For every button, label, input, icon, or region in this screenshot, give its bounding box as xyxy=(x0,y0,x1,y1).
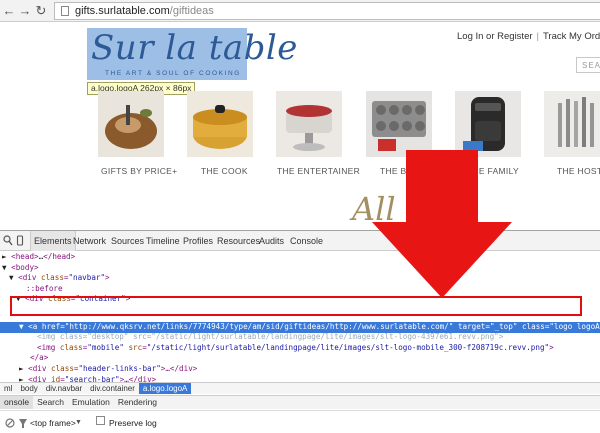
forward-arrow-icon[interactable]: → xyxy=(18,3,32,19)
annotation-box xyxy=(10,296,582,316)
baking-pan-photo[interactable] xyxy=(366,91,432,157)
dutch-oven-photo[interactable] xyxy=(187,91,253,157)
cutting-board-photo[interactable] xyxy=(98,91,164,157)
clear-console-icon[interactable] xyxy=(4,413,16,433)
login-link[interactable]: Log In or Register xyxy=(457,31,533,42)
frame-select[interactable]: <top frame> xyxy=(30,413,76,433)
utensil-set-photo[interactable] xyxy=(544,91,600,157)
drawer-tab-emulation[interactable]: Emulation xyxy=(68,396,114,409)
logo-wordmark: Sur la table xyxy=(91,28,298,68)
url-text: gifts.surlatable.com/giftideas xyxy=(75,5,214,17)
header-links: Log In or Register|Track My Order|E xyxy=(457,31,600,42)
browser-toolbar: ← → ↻ gifts.surlatable.com/giftideas xyxy=(0,0,600,22)
filter-icon[interactable] xyxy=(18,413,28,433)
drawer-tab-rendering[interactable]: Rendering xyxy=(114,396,161,409)
dom-breadcrumb: ml body div.navbar div.container a.logo.logo… xyxy=(0,382,600,394)
annotation-arrow-icon xyxy=(372,150,512,298)
tab-console[interactable]: Console xyxy=(287,231,326,251)
search-input[interactable]: SEAR xyxy=(576,57,600,73)
tab-sources[interactable]: Sources xyxy=(108,231,147,251)
breadcrumb-item[interactable]: body xyxy=(16,383,41,394)
preserve-log-checkbox[interactable] xyxy=(96,416,105,425)
breadcrumb-item[interactable]: div.navbar xyxy=(42,383,86,394)
back-arrow-icon[interactable]: ← xyxy=(2,3,16,19)
drawer-tab-console[interactable]: onsole xyxy=(0,396,34,409)
cake-stand-photo[interactable] xyxy=(276,91,342,157)
category-label[interactable]: GIFTS BY PRICE+ xyxy=(101,166,177,176)
breadcrumb-item[interactable]: div.container xyxy=(86,383,139,394)
tab-network[interactable]: Network xyxy=(70,231,109,251)
logo-tagline: THE ART & SOUL OF COOKING xyxy=(105,70,241,77)
dom-node[interactable]: ► <div class="header-links-bar">…</div> xyxy=(0,364,600,375)
tab-audits[interactable]: Audits xyxy=(256,231,287,251)
breadcrumb-item-active[interactable]: a.logo.logoA xyxy=(138,383,192,394)
breadcrumb-item[interactable]: ml xyxy=(0,383,16,394)
tab-profiles[interactable]: Profiles xyxy=(180,231,216,251)
drawer-tab-bar: onsole Search Emulation Rendering xyxy=(0,395,600,409)
dom-node-selected[interactable]: ▼ <a href="http://www.qksrv.net/links/77… xyxy=(0,321,600,333)
air-fryer-photo[interactable] xyxy=(455,91,521,157)
inspect-icon[interactable] xyxy=(3,235,13,246)
dom-node[interactable]: <img class="mobile" src="/static/light/s… xyxy=(0,343,600,354)
category-label[interactable]: THE HOST xyxy=(557,166,600,176)
site-logo[interactable]: Sur la table THE ART & SOUL OF COOKING xyxy=(87,28,297,80)
tab-elements[interactable]: Elements xyxy=(30,231,76,251)
url-path: /giftideas xyxy=(169,5,214,17)
chevron-down-icon[interactable]: ▼ xyxy=(75,413,82,433)
console-toolbar: <top frame> ▼ Preserve log xyxy=(0,410,600,433)
drawer-tab-search[interactable]: Search xyxy=(33,396,68,409)
link-separator: | xyxy=(536,31,539,42)
category-label[interactable]: THE ENTERTAINER xyxy=(277,166,360,176)
dom-node[interactable]: </a> xyxy=(0,353,600,364)
reload-icon[interactable]: ↻ xyxy=(34,3,48,19)
device-mode-icon[interactable] xyxy=(15,235,25,246)
address-bar[interactable]: gifts.surlatable.com/giftideas xyxy=(54,2,600,20)
tab-timeline[interactable]: Timeline xyxy=(143,231,183,251)
url-host: gifts.surlatable.com xyxy=(75,5,170,17)
dom-node[interactable]: <img class="desktop" src="/static/light/… xyxy=(0,332,600,343)
category-label[interactable]: THE COOK xyxy=(201,166,248,176)
track-order-link[interactable]: Track My Order xyxy=(543,31,600,42)
page-icon xyxy=(61,6,69,16)
preserve-log-label: Preserve log xyxy=(109,418,157,428)
